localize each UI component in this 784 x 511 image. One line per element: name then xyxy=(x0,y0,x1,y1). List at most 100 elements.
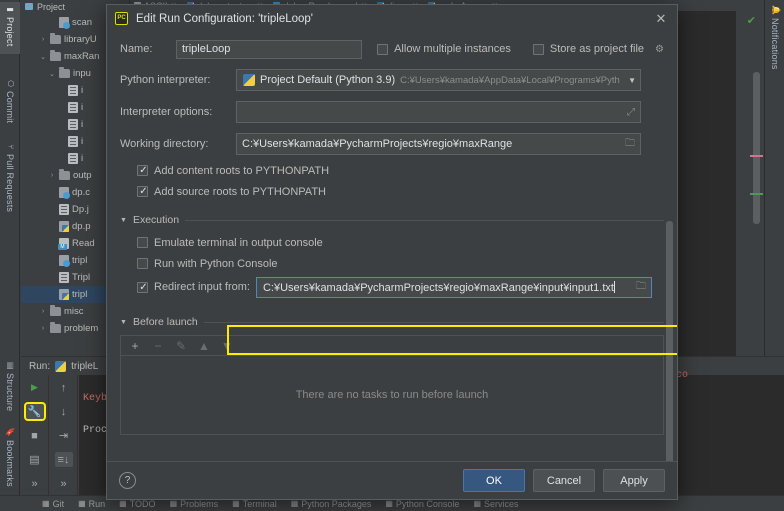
folder-icon xyxy=(50,305,61,316)
status-bar-item-python-packages[interactable]: ▦ Python Packages xyxy=(291,499,372,509)
checkbox-icon[interactable] xyxy=(137,164,149,177)
left-tool-rail: ▮ Project ⎔ Commit ⑂ Pull Requests ▤ Str… xyxy=(0,0,20,511)
python-interpreter-label: Python interpreter: xyxy=(120,74,211,86)
add-source-roots-checkbox[interactable]: Add source roots to PYTHONPATH xyxy=(137,185,326,198)
text-cursor xyxy=(613,280,615,293)
scrollbar-marker-change xyxy=(750,193,763,195)
checkbox-icon[interactable] xyxy=(532,43,544,55)
status-bar-item-services[interactable]: ▦ Services xyxy=(473,499,518,509)
checkbox-icon[interactable] xyxy=(377,43,389,55)
project-panel-title: Project xyxy=(37,1,66,12)
chevron-icon[interactable]: › xyxy=(39,36,47,43)
more-button[interactable]: » xyxy=(26,476,44,491)
editor-scrollbar[interactable] xyxy=(753,72,760,224)
before-launch-section-label: Before launch xyxy=(132,316,198,328)
execution-section-label: Execution xyxy=(132,214,180,226)
checkbox-icon[interactable] xyxy=(137,185,149,198)
triangle-down-icon[interactable]: ▼ xyxy=(120,319,127,326)
run-toolbar-left[interactable]: ▶ 🔧 ■ ▤ » xyxy=(21,375,49,496)
store-as-project-file-checkbox[interactable]: Store as project file ⚙ xyxy=(532,43,664,55)
before-launch-section-header[interactable]: ▼ Before launch xyxy=(107,310,677,334)
redirect-input-value: C:¥Users¥kamada¥PycharmProjects¥regio¥ma… xyxy=(262,281,614,294)
dialog-scrollbar[interactable] xyxy=(666,221,673,461)
expand-icon[interactable]: ⤢ xyxy=(627,107,635,118)
status-bar-item-run[interactable]: ▦ Run xyxy=(78,499,105,509)
run-config-name[interactable]: tripleL xyxy=(71,361,98,372)
chevron-icon[interactable]: ⌄ xyxy=(39,53,47,61)
status-bar-item-label: Services xyxy=(484,498,519,509)
before-launch-toolbar[interactable]: + − ✎ ▲ ▼ xyxy=(121,336,663,356)
sidebar-item-pull-requests[interactable]: ⑂ Pull Requests xyxy=(0,140,20,226)
tree-node-label: tripl xyxy=(72,255,88,266)
edit-configuration-button[interactable]: 🔧 xyxy=(23,402,46,421)
chevron-icon[interactable]: › xyxy=(48,172,56,179)
sidebar-item-notifications[interactable]: 🔔 Notifications xyxy=(765,2,784,84)
run-with-python-console-label: Run with Python Console xyxy=(154,257,278,270)
tree-node-label: misc xyxy=(64,306,84,317)
chevron-icon[interactable]: › xyxy=(39,308,47,315)
emulate-terminal-checkbox[interactable]: Emulate terminal in output console xyxy=(137,237,323,249)
triangle-down-icon[interactable]: ▼ xyxy=(120,217,127,224)
help-button[interactable]: ? xyxy=(119,472,136,489)
python-interpreter-dropdown[interactable]: Project Default (Python 3.9) C:¥Users¥ka… xyxy=(236,69,641,91)
tree-node-label: i xyxy=(81,136,84,147)
working-directory-row: Working directory: C:¥Users¥kamada¥Pycha… xyxy=(107,128,677,160)
run-with-python-console-checkbox[interactable]: Run with Python Console xyxy=(137,258,278,270)
soft-wrap-button[interactable]: ⇥ xyxy=(55,428,73,443)
add-task-button[interactable]: + xyxy=(129,339,141,353)
checkbox-icon[interactable] xyxy=(137,237,148,248)
prev-occurrence-button[interactable]: ↑ xyxy=(55,380,73,395)
cancel-button[interactable]: Cancel xyxy=(533,469,595,492)
gear-icon[interactable]: ⚙ xyxy=(655,44,664,55)
status-bar-item-label: Python Console xyxy=(395,498,460,509)
interpreter-options-label: Interpreter options: xyxy=(120,106,213,118)
sidebar-item-bookmarks[interactable]: 🔖 Bookmarks xyxy=(0,424,20,492)
status-bar-item-todo[interactable]: ▦ TODO xyxy=(119,499,155,509)
checkbox-icon[interactable] xyxy=(137,281,149,294)
project-icon xyxy=(25,3,33,10)
add-content-roots-checkbox[interactable]: Add content roots to PYTHONPATH xyxy=(137,164,329,177)
status-bar-item-terminal[interactable]: ▦ Terminal xyxy=(232,499,277,509)
python-icon xyxy=(243,74,255,86)
inspection-status-icon[interactable]: ✔ xyxy=(747,14,756,27)
status-bar-item-python-console[interactable]: ▦ Python Console xyxy=(385,499,459,509)
apply-button[interactable]: Apply xyxy=(603,469,665,492)
python-interpreter-value: Project Default (Python 3.9) xyxy=(260,74,396,86)
rail-label: Bookmarks xyxy=(5,439,15,487)
pencil-icon: ✎ xyxy=(175,338,187,353)
structure-icon: ▤ xyxy=(5,361,15,371)
redirect-input-field[interactable]: C:¥Users¥kamada¥PycharmProjects¥regio¥ma… xyxy=(255,276,652,298)
checkbox-icon[interactable] xyxy=(137,258,148,269)
txt-file-icon xyxy=(68,153,78,164)
chevron-icon[interactable]: › xyxy=(39,325,47,332)
next-occurrence-button[interactable]: ↓ xyxy=(55,404,73,419)
status-bar-item-git[interactable]: ▦ Git xyxy=(42,499,64,509)
more-button-2[interactable]: » xyxy=(55,476,73,491)
chevron-down-icon[interactable]: ▼ xyxy=(626,76,636,85)
working-directory-input[interactable]: C:¥Users¥kamada¥PycharmProjects¥regio¥ma… xyxy=(236,133,641,155)
tree-node-label: maxRan xyxy=(64,51,100,62)
section-divider xyxy=(203,321,664,323)
stop-button[interactable]: ■ xyxy=(26,428,44,443)
status-bar-item-problems[interactable]: ▦ Problems xyxy=(170,499,219,509)
layout-button[interactable]: ▤ xyxy=(26,452,44,467)
close-icon[interactable]: ✕ xyxy=(651,9,671,29)
execution-section-header[interactable]: ▼ Execution xyxy=(107,208,677,232)
py-file-icon xyxy=(59,289,69,300)
folder-icon[interactable]: 🗀 xyxy=(636,279,646,296)
bell-icon: 🔔 xyxy=(770,5,780,15)
ok-button[interactable]: OK xyxy=(463,469,525,492)
scroll-to-end-button[interactable]: ≡↓ xyxy=(54,452,73,467)
interpreter-options-input[interactable]: ⤢ xyxy=(236,101,641,123)
todo-icon: ▦ xyxy=(119,499,127,508)
run-toolbar-right[interactable]: ↑ ↓ ⇥ ≡↓ » xyxy=(50,375,78,496)
sidebar-item-commit[interactable]: ⎔ Commit xyxy=(0,76,20,134)
allow-multiple-instances-checkbox[interactable]: Allow multiple instances xyxy=(377,43,511,55)
rerun-button[interactable]: ▶ xyxy=(26,380,44,395)
chevron-icon[interactable]: ⌄ xyxy=(48,70,56,78)
sidebar-item-project[interactable]: ▮ Project xyxy=(0,2,20,54)
sidebar-item-structure[interactable]: ▤ Structure xyxy=(0,358,20,420)
folder-icon[interactable]: 🗀 xyxy=(625,136,635,153)
redirect-input-checkbox[interactable]: Redirect input from: xyxy=(137,281,250,294)
name-input[interactable]: tripleLoop xyxy=(176,39,362,59)
